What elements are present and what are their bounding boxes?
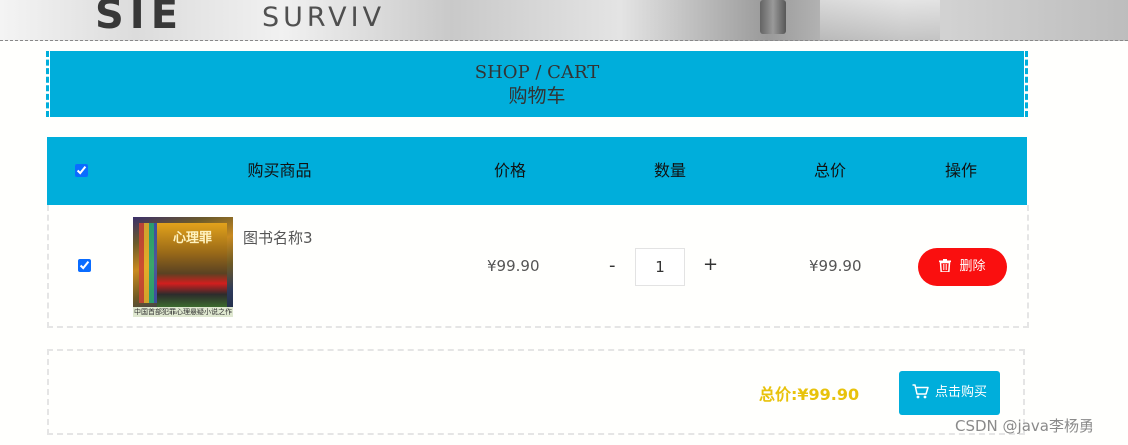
cart-total: 总价:¥99.90 — [759, 381, 859, 405]
cart-table-header: 购买商品 价格 数量 总价 操作 — [47, 137, 1027, 205]
select-all-checkbox[interactable] — [75, 164, 88, 177]
delete-button[interactable]: 删除 — [918, 248, 1007, 286]
page-title-cn: 购物车 — [508, 85, 566, 107]
column-header-product: 购买商品 — [247, 161, 312, 180]
select-all-cell — [75, 164, 88, 178]
checkout-button-label: 点击购买 — [934, 385, 987, 400]
banner-object — [760, 0, 786, 34]
banner-decoration — [820, 0, 940, 40]
item-price: ¥99.90 — [487, 257, 540, 275]
item-select-checkbox[interactable] — [78, 259, 91, 272]
page-title-en: SHOP / CART — [474, 62, 600, 83]
banner-text-large: SIE — [95, 0, 185, 38]
column-header-quantity: 数量 — [653, 161, 686, 180]
cart-icon — [912, 384, 929, 399]
item-name[interactable]: 图书名称3 — [243, 227, 313, 248]
cart-item-row: 心理罪 中国首部犯罪心理悬疑小说之作 图书名称3 ¥99.90 - 1 + ¥9… — [47, 205, 1029, 328]
item-subtotal: ¥99.90 — [809, 257, 862, 275]
page-header: SHOP / CART 购物车 — [50, 51, 1024, 117]
checkout-button[interactable]: 点击购买 — [899, 371, 1000, 415]
banner-text-small: SURVIV — [262, 2, 386, 33]
top-banner-image: SIE SURVIV — [0, 0, 1128, 41]
column-header-action: 操作 — [944, 161, 977, 180]
quantity-decrease-button[interactable]: - — [609, 255, 616, 276]
column-header-total: 总价 — [813, 161, 846, 180]
quantity-increase-button[interactable]: + — [703, 254, 718, 275]
cart-footer: 总价:¥99.90 点击购买 — [47, 349, 1025, 435]
watermark-text: CSDN @java李杨勇 — [955, 417, 1094, 435]
total-label: 总价: — [759, 385, 798, 404]
column-header-price: 价格 — [493, 161, 526, 180]
book-cover-caption: 中国首部犯罪心理悬疑小说之作 — [133, 307, 233, 317]
trash-icon — [939, 259, 952, 273]
book-cover-title: 心理罪 — [173, 231, 213, 246]
delete-button-label: 删除 — [959, 259, 986, 274]
quantity-input[interactable]: 1 — [635, 248, 685, 286]
book-cover-image[interactable]: 心理罪 中国首部犯罪心理悬疑小说之作 — [133, 217, 233, 317]
total-value: ¥99.90 — [797, 385, 860, 404]
